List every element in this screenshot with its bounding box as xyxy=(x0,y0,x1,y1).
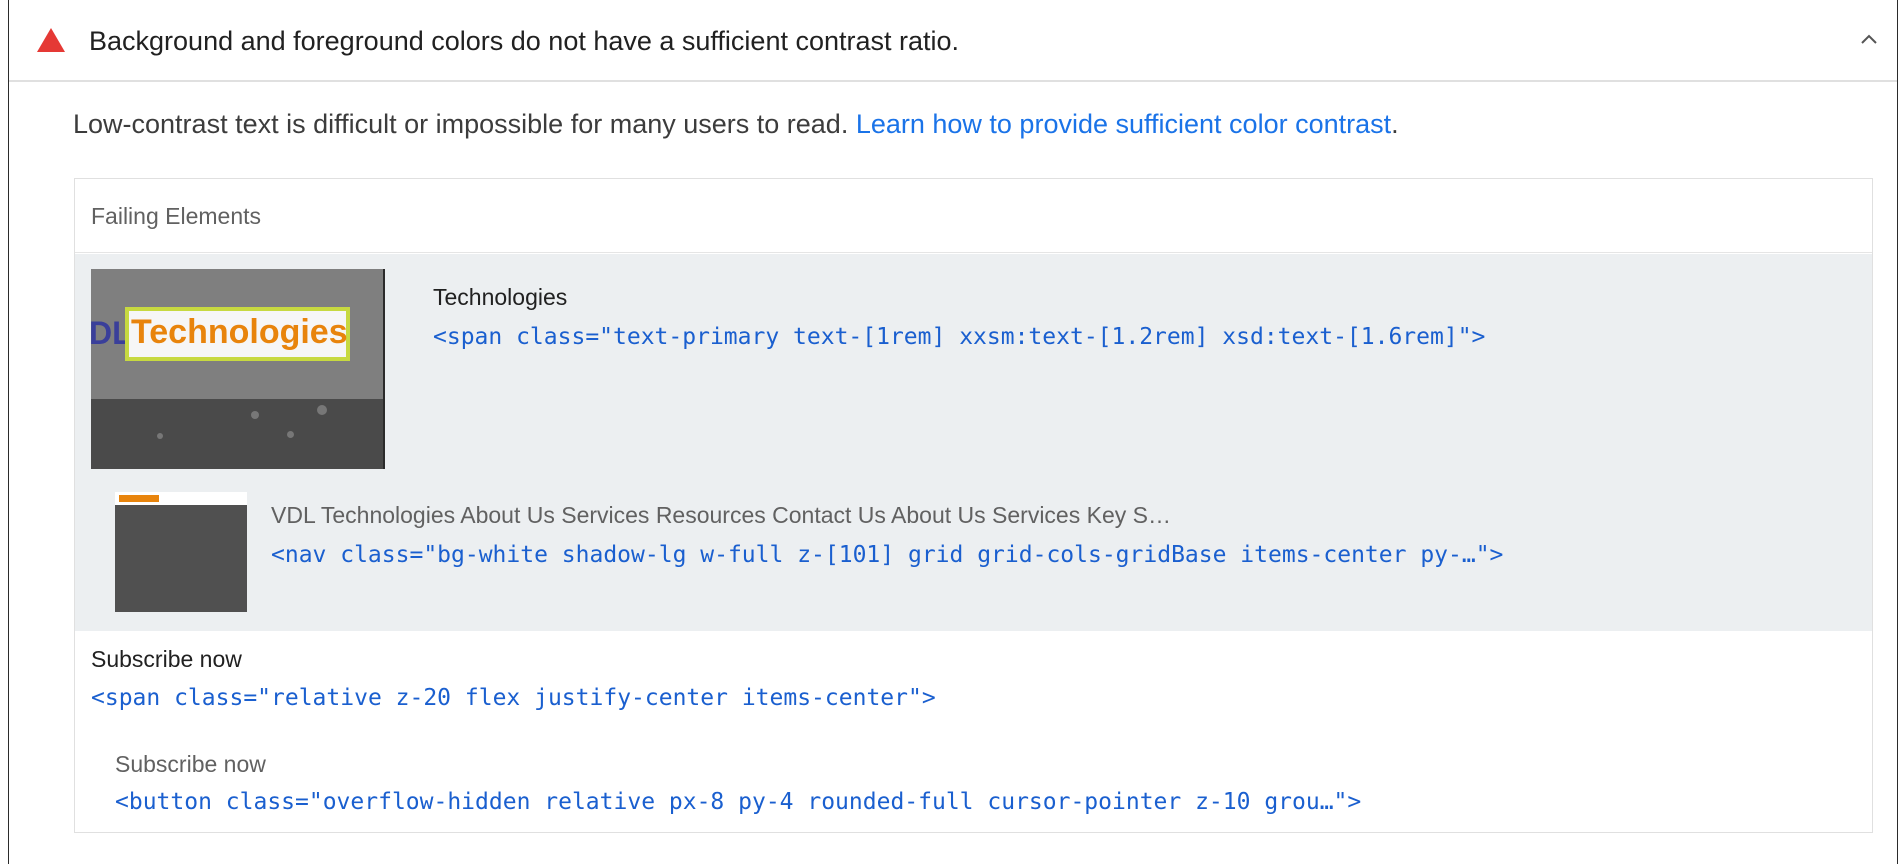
audit-description: Low-contrast text is difficult or imposs… xyxy=(73,109,1399,140)
fail-triangle-icon xyxy=(37,28,65,52)
thumb-dot xyxy=(251,411,259,419)
table-header: Failing Elements xyxy=(75,179,1872,253)
node-label: Subscribe now xyxy=(115,751,266,777)
learn-more-link[interactable]: Learn how to provide sufficient color co… xyxy=(856,109,1391,139)
node-snippet[interactable]: <button class="overflow-hidden relative … xyxy=(115,789,1361,815)
thumb-logo xyxy=(119,495,159,502)
element-screenshot-thumbnail xyxy=(115,492,247,612)
node-snippet[interactable]: <span class="relative z-20 flex justify-… xyxy=(91,685,936,711)
node-label: VDL Technologies About Us Services Resou… xyxy=(271,502,1171,528)
audit-title: Background and foreground colors do not … xyxy=(89,26,960,56)
element-group: DL Technologies Technologies <span class… xyxy=(75,254,1872,631)
node-snippet[interactable]: <nav class="bg-white shadow-lg w-full z-… xyxy=(271,542,1503,568)
node-label: Subscribe now xyxy=(91,646,242,672)
node-snippet[interactable]: <span class="text-primary text-[1rem] xx… xyxy=(433,324,1485,350)
node-label: Technologies xyxy=(433,284,568,310)
audit-panel: Background and foreground colors do not … xyxy=(8,0,1898,864)
failing-elements-table: Failing Elements DL Technologies Technol… xyxy=(74,178,1873,833)
audit-header[interactable]: Background and foreground colors do not … xyxy=(9,0,1897,82)
thumb-dot xyxy=(157,433,163,439)
thumb-dot xyxy=(317,405,327,415)
element-screenshot-thumbnail: DL Technologies xyxy=(91,269,385,469)
chevron-up-icon[interactable] xyxy=(1857,28,1881,52)
description-end: . xyxy=(1391,109,1399,139)
thumb-dark-area xyxy=(91,399,383,469)
thumb-highlight-box: Technologies xyxy=(125,307,350,361)
thumb-technologies-text: Technologies xyxy=(131,313,348,351)
description-text: Low-contrast text is difficult or imposs… xyxy=(73,109,856,139)
thumb-dot xyxy=(287,431,294,438)
